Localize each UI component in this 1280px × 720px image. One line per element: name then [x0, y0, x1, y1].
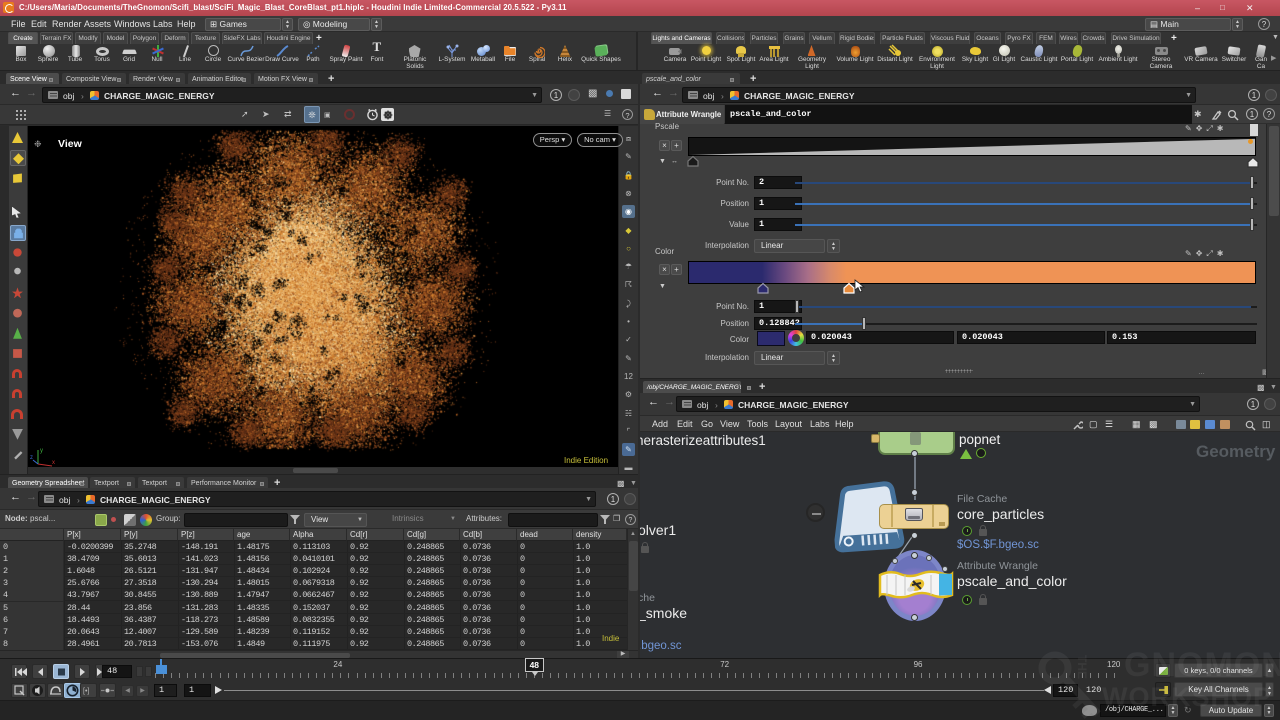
svg-text:[•]: [•]	[83, 688, 89, 695]
svg-text:z: z	[30, 455, 33, 461]
svg-text:x: x	[52, 460, 55, 466]
svg-text:y: y	[40, 448, 43, 454]
